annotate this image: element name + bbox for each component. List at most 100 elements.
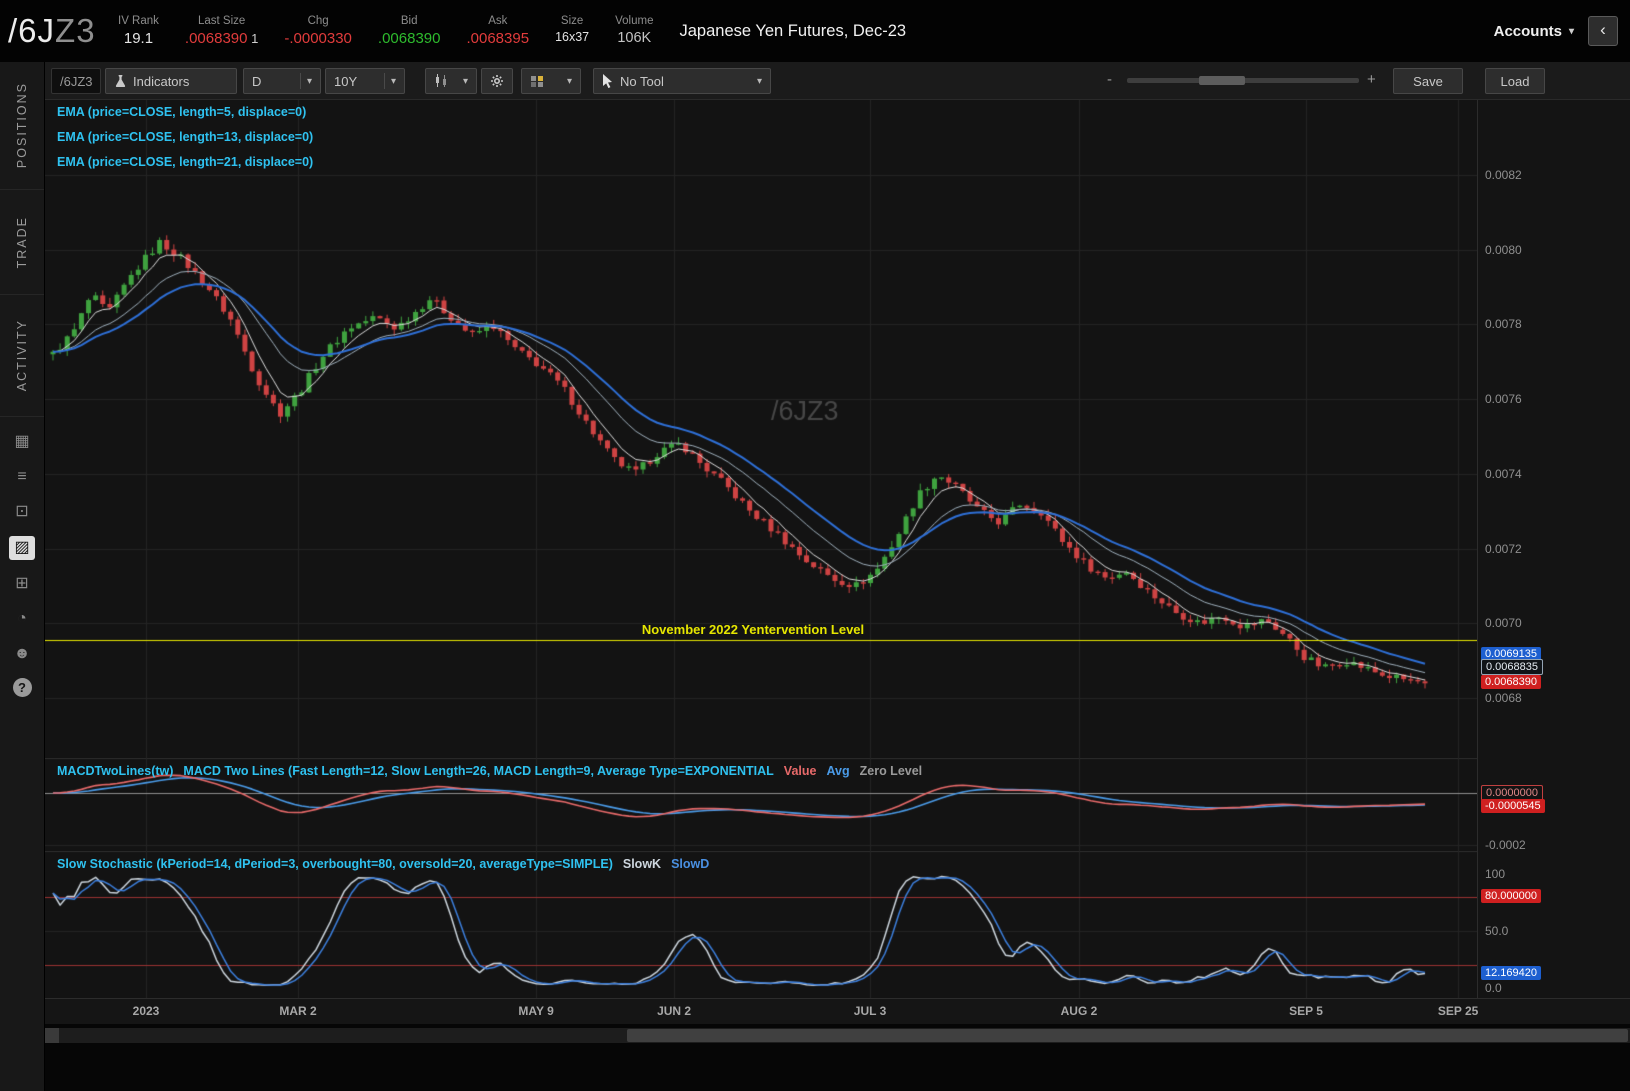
time-tick: JUN 2 [657, 1004, 692, 1018]
range-value: 10Y [334, 73, 358, 89]
time-tick: MAY 9 [518, 1004, 554, 1018]
time-tick: 2023 [132, 1004, 160, 1018]
stat-last-size: Last Size .0068390 1 [184, 15, 259, 47]
time-tick: JUL 3 [853, 1004, 887, 1018]
save-button[interactable]: Save [1393, 68, 1463, 94]
chevron-down-icon: ▾ [1568, 25, 1574, 37]
chart-toolbar: /6JZ3 Indicators D ▾ 10Y ▾ ▾ ▾ No Tool ▾… [45, 62, 1630, 100]
symbol-input[interactable]: /6JZ3 [51, 68, 101, 94]
sidebar-item-trade[interactable]: TRADE [0, 190, 44, 295]
zoom-in-button[interactable]: + [1367, 71, 1376, 88]
symbol-title: /6JZ3 [8, 12, 96, 49]
sidebar-icons: ▦ ≡ ⊡ ▨ ⊞ ◔ ☻? [0, 417, 44, 697]
zoom-out-button[interactable]: - [1107, 71, 1112, 88]
intervention-label: November 2022 Yentervention Level [641, 621, 865, 637]
price-tick: 0.0068 [1485, 690, 1522, 705]
ema-label: EMA (price=CLOSE, length=13, displace=0) [57, 130, 314, 144]
price-chart-pane[interactable]: EMA (price=CLOSE, length=5, displace=0) E… [45, 100, 1477, 758]
stoch-tick: 50.0 [1485, 923, 1509, 938]
accounts-label: Accounts [1493, 22, 1562, 40]
calculator-icon[interactable]: ▦ [9, 431, 35, 453]
indicators-button[interactable]: Indicators [105, 68, 237, 94]
price-tick: 0.0076 [1485, 392, 1522, 407]
price-tick: 0.0070 [1485, 616, 1522, 631]
tool-value: No Tool [620, 73, 664, 89]
stoch-tick: 0.0 [1485, 980, 1502, 995]
stochastic-pane[interactable]: Slow Stochastic (kPeriod=14, dPeriod=3, … [45, 851, 1477, 998]
plot-label: Value [783, 764, 817, 778]
price-tick: 0.0082 [1485, 168, 1522, 183]
help-icon[interactable]: ? [12, 678, 32, 697]
sidebar-item-positions[interactable]: POSITIONS [0, 62, 44, 190]
collapse-panel-button[interactable]: ‹ [1588, 16, 1618, 46]
users-icon[interactable]: ☻ [9, 643, 35, 665]
load-button[interactable]: Load [1485, 68, 1545, 94]
scrollbar-corner-box[interactable] [45, 1028, 59, 1043]
horizontal-scrollbar[interactable] [45, 1028, 1630, 1043]
left-sidebar: POSITIONS TRADE ACTIVITY ▦ ≡ ⊡ ▨ ⊞ ◔ ☻? [0, 62, 45, 1091]
chevron-down-icon: ▾ [306, 75, 312, 87]
divider [383, 73, 385, 89]
time-tick: SEP 25 [1437, 1004, 1479, 1018]
plot-label: SlowD [671, 857, 710, 871]
aggregation-value: D [252, 73, 262, 89]
price-badge: 0.0068835 [1481, 658, 1543, 675]
watchlist-icon[interactable]: ≡ [9, 466, 35, 488]
sidebar-item-label: POSITIONS [15, 82, 29, 169]
grid-icon[interactable]: ⊞ [9, 573, 35, 595]
stat-volume: Volume 106K [615, 15, 654, 46]
quote-stats: IV Rank 19.1 Last Size .0068390 1 Chg -.00003… [118, 15, 653, 47]
sidebar-item-label: TRADE [15, 215, 29, 269]
candlestick-canvas[interactable] [45, 100, 1477, 758]
monitor-icon[interactable]: ⊡ [9, 501, 35, 523]
divider [299, 73, 301, 89]
gear-icon [491, 75, 503, 87]
clock-icon[interactable]: ◔ [9, 608, 35, 630]
drawing-tool-dropdown[interactable]: No Tool ▾ [593, 68, 771, 94]
chart-settings-button[interactable] [481, 68, 513, 94]
stochastic-legend: Slow Stochastic (kPeriod=14, dPeriod=3, … [57, 857, 709, 871]
zoom-slider-thumb[interactable] [1199, 76, 1245, 85]
scrollbar-thumb[interactable] [627, 1029, 1628, 1042]
stat-bid: Bid .0068390 [377, 15, 441, 47]
stat-iv-rank: IV Rank 19.1 [118, 15, 159, 47]
contract-title: Japanese Yen Futures, Dec-23 [679, 21, 907, 40]
candlestick-style-icon [436, 74, 446, 87]
price-tick: 0.0078 [1485, 317, 1522, 332]
aggregation-dropdown[interactable]: D ▾ [243, 68, 321, 94]
macd-tick: -0.0002 [1485, 838, 1526, 852]
macd-pane[interactable]: MACDTwoLines(tw) MACD Two Lines (Fast Len… [45, 758, 1477, 851]
ema-legend: EMA (price=CLOSE, length=5, displace=0) E… [57, 105, 313, 180]
price-tick: 0.0072 [1485, 541, 1522, 556]
patterns-icon [531, 75, 543, 87]
macd-badge: -0.0000545 [1481, 799, 1545, 814]
chart-style-dropdown[interactable]: ▾ [425, 68, 477, 94]
price-axis[interactable]: 0.0082 0.0080 0.0078 0.0076 0.0074 0.0072 0.00… [1477, 100, 1630, 998]
plot-label: SlowK [622, 857, 662, 871]
zoom-slider[interactable] [1127, 76, 1359, 85]
stoch-badge: 80.000000 [1481, 888, 1541, 903]
sidebar-item-activity[interactable]: ACTIVITY [0, 295, 44, 417]
macd-legend: MACDTwoLines(tw) MACD Two Lines (Fast Len… [57, 764, 922, 778]
stoch-tick: 100 [1485, 867, 1506, 882]
range-dropdown[interactable]: 10Y ▾ [325, 68, 405, 94]
plot-label: Avg [826, 764, 850, 778]
time-axis: 2023 MAR 2 MAY 9 JUN 2 JUL 3 AUG 2 SEP 5 SEP 25 [45, 998, 1630, 1024]
time-tick: AUG 2 [1060, 1004, 1098, 1018]
chevron-down-icon: ▾ [390, 75, 396, 87]
cursor-icon [603, 73, 612, 88]
time-tick: MAR 2 [279, 1004, 317, 1018]
accounts-dropdown[interactable]: Accounts ▾ [1494, 23, 1574, 40]
chevron-down-icon: ▾ [756, 75, 762, 87]
stoch-badge: 12.169420 [1481, 965, 1541, 980]
stochastic-canvas[interactable] [45, 851, 1477, 998]
sidebar-tabs: POSITIONS TRADE ACTIVITY [0, 62, 44, 417]
patterns-dropdown[interactable]: ▾ [521, 68, 581, 94]
stat-chg: Chg -.0000330 [284, 15, 352, 47]
chevron-down-icon: ▾ [566, 75, 572, 87]
charts-icon[interactable]: ▨ [9, 536, 35, 560]
price-badge: 0.0068390 [1481, 675, 1541, 690]
stat-ask: Ask .0068395 [466, 15, 530, 47]
time-tick: SEP 5 [1289, 1004, 1323, 1018]
plot-label: Zero Level [859, 764, 923, 778]
